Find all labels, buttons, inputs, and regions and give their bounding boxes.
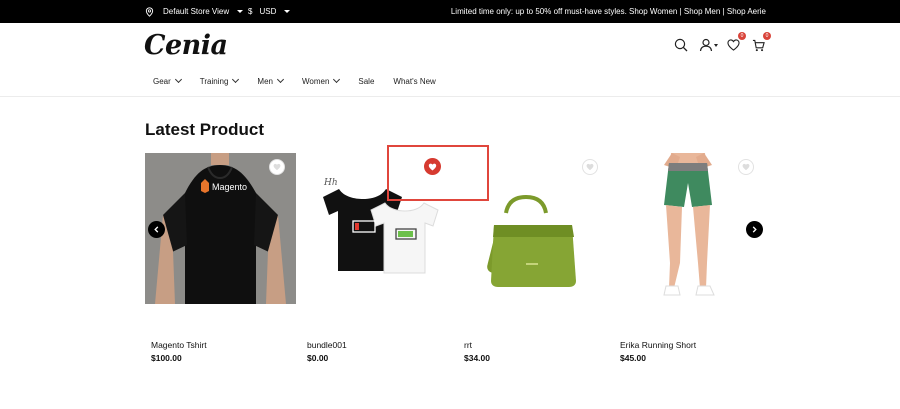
nav-item-women[interactable]: Women — [301, 75, 341, 87]
chevron-down-icon — [333, 75, 341, 84]
heart-filled-icon — [428, 163, 437, 170]
section-title: Latest Product — [145, 120, 265, 139]
promo-text[interactable]: Limited time only: up to 50% off must-ha… — [451, 0, 766, 23]
store-label: Default Store View — [163, 7, 230, 16]
header-divider — [0, 96, 900, 97]
tshirt-print-text: Magento — [212, 182, 247, 192]
nav-item-gear[interactable]: Gear — [153, 75, 182, 87]
currency-symbol: $ — [248, 7, 253, 16]
main-nav: Gear Training Men Women Sale What's New — [153, 75, 455, 87]
product-price: $45.00 — [620, 353, 646, 363]
top-bar: Default Store View $ USD Limited time on… — [0, 0, 900, 23]
nav-item-label: Men — [257, 76, 273, 86]
product-image[interactable] — [614, 153, 765, 304]
svg-text:Hh: Hh — [323, 178, 338, 188]
cart-count-badge: 0 — [763, 32, 771, 40]
wishlist-toggle[interactable] — [582, 159, 598, 175]
heart-outline-icon — [586, 163, 594, 171]
nav-item-training[interactable]: Training — [199, 75, 240, 87]
nav-item-men[interactable]: Men — [257, 75, 285, 87]
currency-switcher[interactable]: $ USD — [248, 0, 291, 23]
wishlist-toggle-active[interactable] — [424, 158, 441, 175]
nav-item-sale[interactable]: Sale — [358, 75, 374, 87]
nav-item-label: Training — [199, 76, 229, 86]
search-icon — [674, 38, 688, 52]
nav-item-label: Sale — [358, 76, 375, 86]
site-logo[interactable]: Cenia — [144, 30, 228, 61]
wishlist-toggle[interactable] — [269, 159, 285, 175]
chevron-down-icon — [174, 75, 182, 84]
product-name[interactable]: rrt — [464, 340, 472, 350]
product-name[interactable]: Erika Running Short — [620, 340, 696, 350]
account-button[interactable] — [698, 37, 718, 53]
product-image[interactable]: Magento — [145, 153, 296, 304]
heart-outline-icon — [273, 163, 281, 171]
nav-item-whats-new[interactable]: What's New — [393, 75, 435, 87]
product-name[interactable]: Magento Tshirt — [151, 340, 207, 350]
heart-outline-icon — [742, 163, 750, 171]
highlight-box — [387, 145, 489, 201]
store-switcher[interactable]: Default Store View — [145, 0, 244, 23]
chevron-down-icon — [237, 10, 244, 13]
currency-label: USD — [259, 7, 277, 16]
nav-item-label: Gear — [153, 76, 171, 86]
search-button[interactable] — [673, 37, 689, 53]
chevron-down-icon — [276, 75, 285, 84]
cart-button[interactable]: 0 — [750, 32, 771, 53]
wishlist-button[interactable]: 0 — [725, 32, 746, 53]
cart-icon — [752, 39, 765, 51]
chevron-down-icon — [284, 10, 291, 13]
chevron-right-icon — [752, 226, 757, 233]
product-card[interactable]: Magento Magento Tshirt $100.00 — [145, 153, 296, 363]
carousel-next-button[interactable] — [746, 221, 763, 238]
user-icon — [699, 38, 712, 52]
tshirt-photo: Magento — [145, 153, 296, 304]
carousel-prev-button[interactable] — [148, 221, 165, 238]
nav-item-label: What's New — [393, 76, 436, 86]
wishlist-count-badge: 0 — [738, 32, 746, 40]
chevron-down-icon — [713, 43, 718, 47]
location-pin-icon — [145, 6, 154, 17]
product-price: $0.00 — [307, 353, 329, 363]
heart-icon — [726, 39, 740, 51]
product-price: $34.00 — [464, 353, 490, 363]
product-name[interactable]: bundle001 — [307, 340, 347, 350]
product-price: $100.00 — [151, 353, 182, 363]
running-short-photo — [663, 153, 715, 296]
product-card[interactable]: Erika Running Short $45.00 — [614, 153, 765, 363]
nav-item-label: Women — [301, 76, 330, 86]
chevron-down-icon — [232, 75, 240, 84]
chevron-left-icon — [154, 226, 159, 233]
wishlist-toggle[interactable] — [738, 159, 754, 175]
